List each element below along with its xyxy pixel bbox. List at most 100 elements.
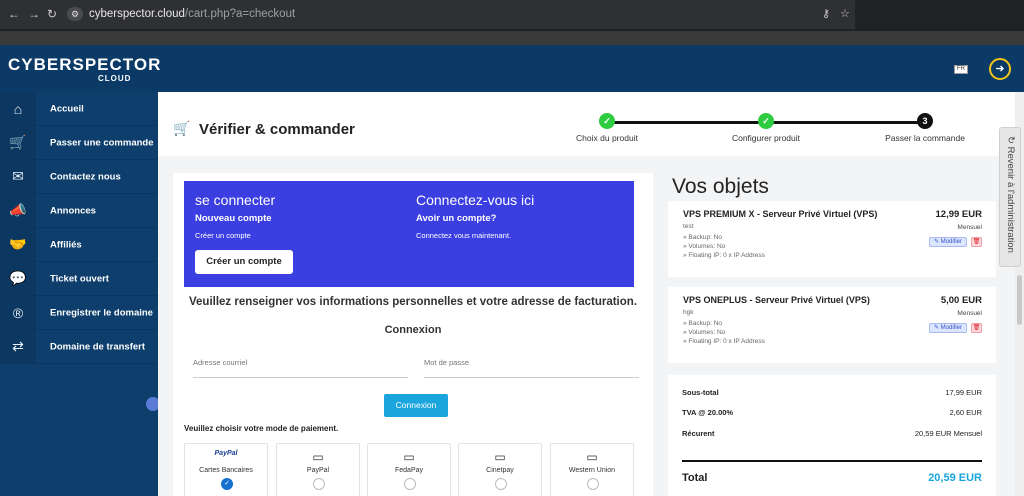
back-icon[interactable]: ← xyxy=(8,7,20,21)
return-to-admin-tab[interactable]: ↻ Revenir à l'administration xyxy=(999,127,1021,267)
app-header: CYBERSPECTOR CLOUD FR ➜ xyxy=(0,45,1024,92)
cart-icon: 🛒 xyxy=(173,120,191,136)
sidebar-item-label: Ticket ouvert xyxy=(50,273,109,284)
payment-option-fedapay[interactable]: ▭ FedaPay xyxy=(367,443,451,496)
connexion-button[interactable]: Connexion xyxy=(384,394,448,417)
subtotal-value: 17,99 EUR xyxy=(945,388,982,397)
step-2-check-icon: ✓ xyxy=(758,113,774,129)
sidebar-item-label: Affiliés xyxy=(50,239,82,250)
login-icon[interactable]: ➜ xyxy=(989,58,1011,80)
payment-radio-checked[interactable]: ✓ xyxy=(221,478,233,490)
payment-method-heading: Veuillez choisir votre mode de paiement. xyxy=(184,424,339,433)
payment-option-paypal[interactable]: ▭ PayPal xyxy=(276,443,360,496)
item-detail: » Backup: No xyxy=(683,234,723,241)
scrollbar-thumb[interactable] xyxy=(1017,275,1022,325)
site-settings-icon[interactable]: ⚙ xyxy=(67,7,83,21)
item-name: VPS ONEPLUS - Serveur Privé Virtuel (VPS… xyxy=(683,295,870,305)
total-value: 20,59 EUR xyxy=(928,472,982,484)
return-to-admin-label: ↻ Revenir à l'administration xyxy=(1005,136,1016,253)
credit-card-icon: ▭ xyxy=(586,450,598,464)
mail-icon: ✉ xyxy=(0,160,36,193)
payment-option-western-union[interactable]: ▭ Western Union xyxy=(550,443,634,496)
paypal-logo-icon: PayPal xyxy=(214,450,238,457)
site-logo[interactable]: CYBERSPECTOR CLOUD xyxy=(8,55,161,83)
browser-toolbar-strip xyxy=(0,31,1024,45)
step-1-label: Choix du produit xyxy=(576,133,638,143)
page-title: Vérifier & commander xyxy=(199,121,355,138)
payment-option-cinetpay[interactable]: ▭ Cinetpay xyxy=(458,443,542,496)
sidebar-item[interactable]: 💬 Ticket ouvert xyxy=(0,262,158,296)
item-billing-cycle: Mensuel xyxy=(957,310,982,317)
subtotal-label: Sous-total xyxy=(682,388,719,397)
page-header: 🛒 Vérifier & commander ✓ ✓ 3 Choix du pr… xyxy=(158,92,1024,156)
key-icon[interactable]: ⚷ xyxy=(822,7,830,20)
item-description: test xyxy=(683,223,694,230)
edit-item-button[interactable]: ✎ Modifier xyxy=(928,323,967,333)
item-detail: » Backup: No xyxy=(683,320,723,327)
item-detail: » Floating IP: 0 x IP Address xyxy=(683,252,765,259)
email-input[interactable] xyxy=(193,358,408,367)
credit-card-icon: ▭ xyxy=(403,450,415,464)
browser-chrome: ← → ↻ ⚙ cyberspector.cloud/cart.php?a=ch… xyxy=(0,0,1024,31)
payment-radio[interactable] xyxy=(495,478,507,490)
url-text[interactable]: cyberspector.cloud/cart.php?a=checkout xyxy=(89,8,295,20)
sidebar-item[interactable]: 🛒 Passer une commande xyxy=(0,126,158,160)
address-bar[interactable]: ← → ↻ ⚙ cyberspector.cloud/cart.php?a=ch… xyxy=(0,0,855,29)
item-detail: » Volumes: No xyxy=(683,329,726,336)
credit-card-icon: ▭ xyxy=(312,450,324,464)
step-1-check-icon: ✓ xyxy=(599,113,615,129)
billing-info-heading: Veuillez renseigner vos informations per… xyxy=(188,296,637,308)
payment-radio[interactable] xyxy=(587,478,599,490)
payment-option-cards[interactable]: PayPal Cartes Bancaires ✓ xyxy=(184,443,268,496)
sidebar-item[interactable]: 📣 Annonces xyxy=(0,194,158,228)
new-account-heading: Nouveau compte xyxy=(195,213,272,224)
cart-icon: 🛒 xyxy=(0,126,36,159)
transfer-icon: ⇄ xyxy=(0,330,36,363)
sidebar-item[interactable]: ⇄ Domaine de transfert xyxy=(0,330,158,364)
credit-card-icon: ▭ xyxy=(494,450,506,464)
step-2-label: Configurer produit xyxy=(731,133,801,143)
create-account-button[interactable]: Créer un compte xyxy=(195,250,293,274)
login-left-title: se connecter xyxy=(195,192,276,208)
item-price: 5,00 EUR xyxy=(940,295,982,306)
login-right-title: Connectez-vous ici xyxy=(416,192,535,208)
edit-item-button[interactable]: ✎ Modifier xyxy=(928,237,967,247)
email-field[interactable] xyxy=(193,358,408,378)
password-field[interactable] xyxy=(424,358,639,378)
delete-item-icon[interactable]: 🗑 xyxy=(971,323,982,333)
forward-icon[interactable]: → xyxy=(28,7,40,21)
sidebar-item[interactable]: ® Enregistrer le domaine xyxy=(0,296,158,330)
main-content: 🛒 Vérifier & commander ✓ ✓ 3 Choix du pr… xyxy=(158,92,1024,496)
payment-option-label: Cinetpay xyxy=(486,467,514,474)
item-description: hgk xyxy=(683,309,694,316)
total-divider xyxy=(682,460,982,462)
sidebar-item-label: Passer une commande xyxy=(50,137,154,148)
payment-option-label: Western Union xyxy=(568,467,616,474)
bookmark-star-icon[interactable]: ☆ xyxy=(840,7,850,20)
sidebar-item[interactable]: 🤝 Affiliés xyxy=(0,228,158,262)
payment-option-label: Cartes Bancaires xyxy=(199,467,253,474)
sidebar-item[interactable]: ⌂ Accueil xyxy=(0,92,158,126)
delete-item-icon[interactable]: 🗑 xyxy=(971,237,982,247)
item-name: VPS PREMIUM X - Serveur Privé Virtuel (V… xyxy=(683,209,878,219)
chat-icon: 💬 xyxy=(0,262,36,295)
language-flag-icon[interactable]: FR xyxy=(954,65,968,74)
recurring-label: Récurent xyxy=(682,429,715,438)
megaphone-icon: 📣 xyxy=(0,194,36,227)
payment-radio[interactable] xyxy=(313,478,325,490)
tax-value: 2,60 EUR xyxy=(949,408,982,417)
connect-now-text: Connectez vous maintenant. xyxy=(416,231,512,240)
registered-icon: ® xyxy=(0,296,36,329)
sidebar-item-label: Contactez nous xyxy=(50,171,121,182)
password-input[interactable] xyxy=(424,358,639,367)
reload-icon[interactable]: ↻ xyxy=(47,7,57,21)
payment-radio[interactable] xyxy=(404,478,416,490)
step-3-label: Passer la commande xyxy=(885,133,965,143)
item-price: 12,99 EUR xyxy=(935,209,982,220)
sidebar: ⌂ Accueil 🛒 Passer une commande ✉ Contactez n… xyxy=(0,92,158,496)
sidebar-item[interactable]: ✉ Contactez nous xyxy=(0,160,158,194)
sidebar-item-label: Enregistrer le domaine xyxy=(50,307,153,318)
login-box: se connecter Nouveau compte Créer un com… xyxy=(184,181,634,287)
item-detail: » Floating IP: 0 x IP Address xyxy=(683,338,765,345)
step-3-number: 3 xyxy=(917,113,933,129)
